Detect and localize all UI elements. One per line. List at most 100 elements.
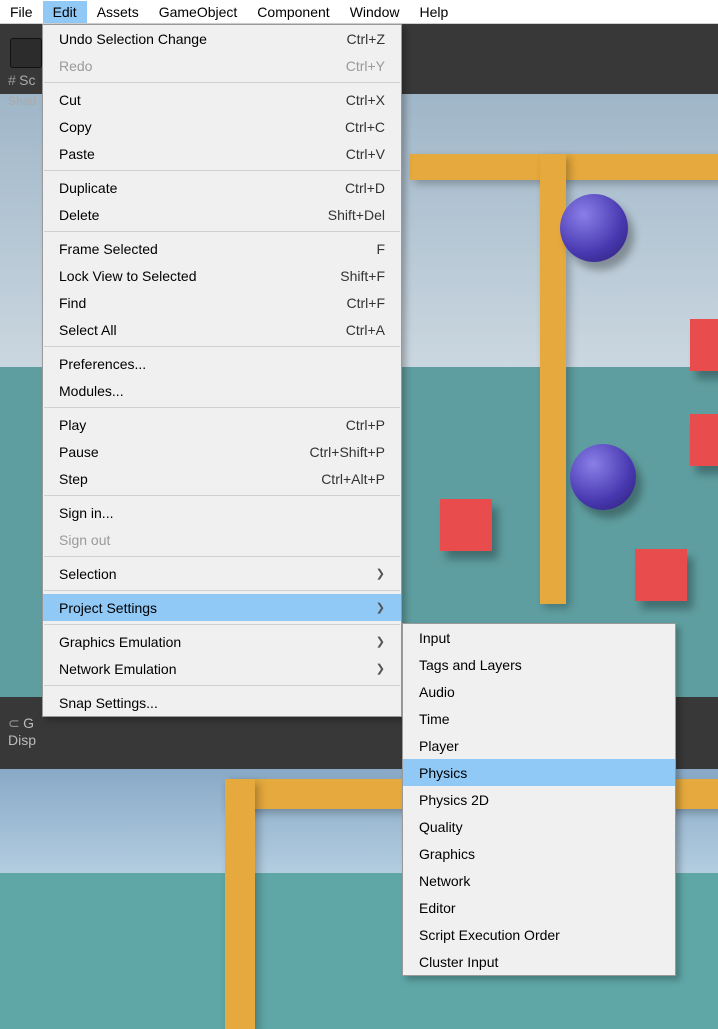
menu-shortcut: Ctrl+V	[346, 146, 385, 162]
submenu-item-input[interactable]: Input	[403, 624, 675, 651]
menu-item-selection[interactable]: Selection❯	[43, 560, 401, 587]
submenu-item-label: Physics	[419, 765, 659, 781]
submenu-item-label: Cluster Input	[419, 954, 659, 970]
menu-item-label: Find	[59, 295, 347, 311]
project-settings-submenu: Input Tags and Layers Audio Time Player Physi…	[402, 623, 676, 976]
menu-item-project-settings[interactable]: Project Settings❯	[43, 594, 401, 621]
submenu-item-label: Script Execution Order	[419, 927, 659, 943]
submenu-item-audio[interactable]: Audio	[403, 678, 675, 705]
submenu-item-graphics[interactable]: Graphics	[403, 840, 675, 867]
menubar-item-help[interactable]: Help	[409, 1, 458, 23]
menu-separator	[44, 685, 400, 686]
menu-shortcut: Ctrl+X	[346, 92, 385, 108]
menu-item-label: Sign in...	[59, 505, 385, 521]
submenu-item-player[interactable]: Player	[403, 732, 675, 759]
scene-tab-label: Sc	[19, 72, 35, 88]
menubar-item-edit[interactable]: Edit	[43, 1, 87, 23]
menu-item-duplicate[interactable]: DuplicateCtrl+D	[43, 174, 401, 201]
submenu-arrow-icon: ❯	[366, 635, 385, 648]
game-panel-tab[interactable]: ⊂ G Disp	[8, 715, 36, 748]
cube	[440, 499, 492, 551]
submenu-item-label: Time	[419, 711, 659, 727]
submenu-item-script-execution-order[interactable]: Script Execution Order	[403, 921, 675, 948]
submenu-arrow-icon: ❯	[366, 567, 385, 580]
submenu-item-label: Tags and Layers	[419, 657, 659, 673]
menu-shortcut: Ctrl+Alt+P	[321, 471, 385, 487]
menu-separator	[44, 407, 400, 408]
menu-item-label: Play	[59, 417, 346, 433]
submenu-item-quality[interactable]: Quality	[403, 813, 675, 840]
menu-item-label: Step	[59, 471, 321, 487]
menu-separator	[44, 346, 400, 347]
menu-item-lock-view-to-selected[interactable]: Lock View to SelectedShift+F	[43, 262, 401, 289]
submenu-item-physics-2d[interactable]: Physics 2D	[403, 786, 675, 813]
hand-tool-button[interactable]	[10, 38, 42, 68]
submenu-item-label: Network	[419, 873, 659, 889]
menu-item-modules[interactable]: Modules...	[43, 377, 401, 404]
menu-item-pause[interactable]: PauseCtrl+Shift+P	[43, 438, 401, 465]
menu-item-label: Modules...	[59, 383, 385, 399]
menu-item-sign-out: Sign out	[43, 526, 401, 553]
menu-item-label: Snap Settings...	[59, 695, 385, 711]
menu-separator	[44, 495, 400, 496]
menu-item-snap-settings[interactable]: Snap Settings...	[43, 689, 401, 716]
submenu-item-editor[interactable]: Editor	[403, 894, 675, 921]
scene-tab[interactable]: # Sc	[8, 72, 35, 88]
menubar-item-assets[interactable]: Assets	[87, 1, 149, 23]
menu-item-copy[interactable]: CopyCtrl+C	[43, 113, 401, 140]
menu-item-delete[interactable]: DeleteShift+Del	[43, 201, 401, 228]
menu-item-cut[interactable]: CutCtrl+X	[43, 86, 401, 113]
menu-item-label: Duplicate	[59, 180, 345, 196]
menu-item-label: Graphics Emulation	[59, 634, 366, 650]
submenu-arrow-icon: ❯	[366, 601, 385, 614]
menu-shortcut: Ctrl+C	[345, 119, 385, 135]
menu-item-label: Selection	[59, 566, 366, 582]
submenu-item-cluster-input[interactable]: Cluster Input	[403, 948, 675, 975]
menu-item-undo-selection-change[interactable]: Undo Selection ChangeCtrl+Z	[43, 25, 401, 52]
menu-shortcut: Ctrl+A	[346, 322, 385, 338]
menu-shortcut: Ctrl+P	[346, 417, 385, 433]
menu-item-redo: RedoCtrl+Y	[43, 52, 401, 79]
menubar: FileEditAssetsGameObjectComponentWindowH…	[0, 0, 718, 24]
menu-item-label: Network Emulation	[59, 661, 366, 677]
shaded-label: Shad	[8, 94, 36, 108]
submenu-item-label: Physics 2D	[419, 792, 659, 808]
menubar-item-gameobject[interactable]: GameObject	[149, 1, 248, 23]
submenu-item-label: Input	[419, 630, 659, 646]
menu-item-graphics-emulation[interactable]: Graphics Emulation❯	[43, 628, 401, 655]
menu-item-label: Copy	[59, 119, 345, 135]
menu-item-step[interactable]: StepCtrl+Alt+P	[43, 465, 401, 492]
menu-item-label: Lock View to Selected	[59, 268, 340, 284]
menu-item-label: Project Settings	[59, 600, 366, 616]
menu-item-preferences[interactable]: Preferences...	[43, 350, 401, 377]
menu-item-paste[interactable]: PasteCtrl+V	[43, 140, 401, 167]
menu-shortcut: F	[376, 241, 385, 257]
menu-separator	[44, 624, 400, 625]
submenu-item-time[interactable]: Time	[403, 705, 675, 732]
submenu-item-label: Editor	[419, 900, 659, 916]
wall	[225, 779, 255, 1029]
menu-item-network-emulation[interactable]: Network Emulation❯	[43, 655, 401, 682]
menu-item-label: Pause	[59, 444, 310, 460]
menu-item-label: Paste	[59, 146, 346, 162]
menu-shortcut: Ctrl+Y	[346, 58, 385, 74]
menubar-item-window[interactable]: Window	[340, 1, 410, 23]
menu-separator	[44, 556, 400, 557]
menu-item-label: Frame Selected	[59, 241, 376, 257]
menu-separator	[44, 590, 400, 591]
menu-item-select-all[interactable]: Select AllCtrl+A	[43, 316, 401, 343]
cube	[690, 414, 718, 466]
menu-item-sign-in[interactable]: Sign in...	[43, 499, 401, 526]
submenu-item-tags-and-layers[interactable]: Tags and Layers	[403, 651, 675, 678]
sphere	[570, 444, 636, 510]
menu-item-frame-selected[interactable]: Frame SelectedF	[43, 235, 401, 262]
menubar-item-file[interactable]: File	[0, 1, 43, 23]
submenu-item-physics[interactable]: Physics	[403, 759, 675, 786]
menu-item-label: Undo Selection Change	[59, 31, 347, 47]
submenu-item-network[interactable]: Network	[403, 867, 675, 894]
submenu-item-label: Quality	[419, 819, 659, 835]
menu-item-label: Select All	[59, 322, 346, 338]
menu-item-find[interactable]: FindCtrl+F	[43, 289, 401, 316]
menubar-item-component[interactable]: Component	[247, 1, 339, 23]
menu-item-play[interactable]: PlayCtrl+P	[43, 411, 401, 438]
